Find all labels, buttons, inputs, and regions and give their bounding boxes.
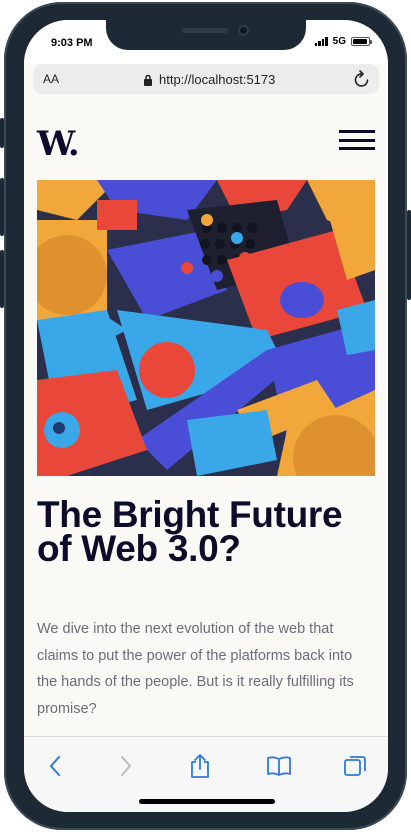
status-time: 9:03 PM bbox=[51, 37, 93, 49]
chevron-left-icon bbox=[50, 756, 60, 776]
forward-button[interactable] bbox=[111, 751, 141, 781]
url-text: http://localhost:5173 bbox=[159, 72, 276, 87]
web-content: W. The Bright Future of Web 3.0? We dive… bbox=[24, 102, 388, 736]
reload-button[interactable] bbox=[353, 69, 371, 94]
url-display[interactable]: http://localhost:5173 bbox=[143, 72, 275, 87]
article-hero-image bbox=[37, 180, 375, 476]
power-button bbox=[407, 210, 411, 300]
reload-icon bbox=[354, 70, 369, 87]
back-button[interactable] bbox=[40, 751, 70, 781]
tabs-icon bbox=[344, 756, 366, 776]
share-icon bbox=[191, 754, 209, 778]
lock-icon bbox=[144, 74, 152, 86]
mute-switch bbox=[0, 118, 4, 148]
share-button[interactable] bbox=[185, 751, 215, 781]
book-icon bbox=[267, 756, 291, 776]
status-icons: 5G bbox=[314, 36, 372, 47]
front-camera bbox=[238, 25, 249, 36]
screen: 9:03 PM 5G AA http://localhost:5173 W. T… bbox=[24, 20, 388, 812]
home-indicator[interactable] bbox=[139, 799, 275, 804]
text-size-label: AA bbox=[43, 72, 60, 86]
bookmarks-button[interactable] bbox=[264, 751, 294, 781]
speaker-grille bbox=[182, 28, 228, 33]
site-logo[interactable]: W. bbox=[37, 124, 80, 164]
tabs-button[interactable] bbox=[340, 751, 370, 781]
chevron-right-icon bbox=[121, 756, 131, 776]
network-label: 5G bbox=[332, 36, 346, 47]
volume-down-button bbox=[0, 250, 4, 308]
notch bbox=[106, 20, 306, 50]
text-size-button[interactable]: AA bbox=[43, 72, 59, 86]
article-title[interactable]: The Bright Future of Web 3.0? bbox=[37, 496, 375, 567]
hamburger-menu-icon[interactable] bbox=[339, 130, 375, 150]
volume-up-button bbox=[0, 178, 4, 236]
signal-icon bbox=[314, 37, 328, 46]
article-description: We dive into the next evolution of the w… bbox=[37, 621, 354, 717]
battery-icon bbox=[351, 37, 372, 46]
address-bar[interactable]: AA http://localhost:5173 bbox=[33, 64, 379, 94]
